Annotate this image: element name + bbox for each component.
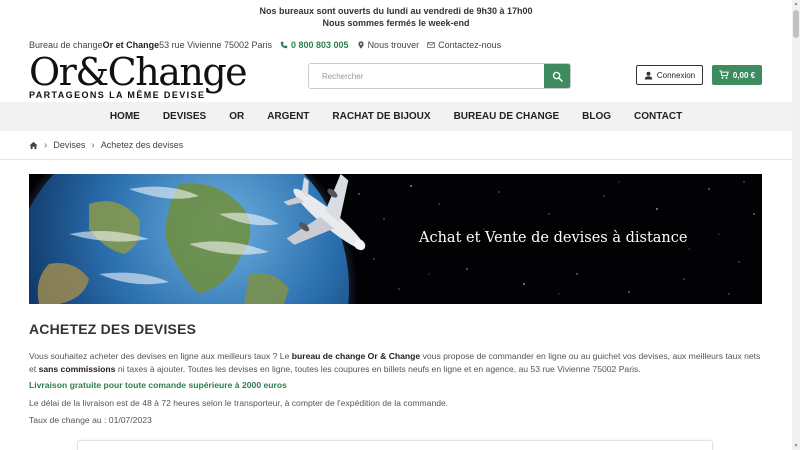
breadcrumb-current: Achetez des devises bbox=[100, 140, 184, 150]
breadcrumb: › Devises › Achetez des devises bbox=[29, 138, 183, 152]
brand-name: Or et Change bbox=[102, 40, 160, 50]
chevron-right-icon: › bbox=[44, 139, 48, 151]
contact-label: Contactez-nous bbox=[438, 40, 502, 50]
nav-item-devises[interactable]: DEVISES bbox=[151, 111, 217, 122]
intro-paragraph: Vous souhaitez acheter des devises en li… bbox=[29, 350, 769, 375]
logo-wordmark: Or&Change bbox=[29, 50, 248, 94]
contact-link[interactable]: Contactez-nous bbox=[427, 40, 501, 50]
intro-text-e: ni taxes à ajouter. Toutes les devises e… bbox=[115, 363, 641, 374]
hero-banner: Achat et Vente de devises à distance bbox=[29, 174, 762, 304]
site-logo[interactable]: Or&Change PARTAGEONS LA MÊME DEVISE bbox=[29, 50, 248, 101]
map-pin-icon bbox=[358, 41, 364, 49]
phone-icon bbox=[280, 41, 288, 49]
opening-hours-text: Nos bureaux sont ouverts du lundi au ven… bbox=[259, 6, 533, 16]
phone-link[interactable]: 0 800 803 005 bbox=[280, 40, 349, 50]
scroll-thumb[interactable] bbox=[793, 10, 799, 38]
nav-item-home[interactable]: HOME bbox=[98, 111, 151, 122]
scroll-down-icon[interactable]: ▼ bbox=[793, 443, 799, 449]
search-input[interactable] bbox=[309, 64, 544, 88]
find-us-label: Nous trouver bbox=[367, 40, 420, 50]
nav-item-contact[interactable]: CONTACT bbox=[623, 111, 694, 122]
login-button[interactable]: Connexion bbox=[636, 65, 703, 85]
search-bar bbox=[308, 63, 571, 89]
rates-card bbox=[77, 440, 713, 450]
announcement-bar: Nos bureaux sont ouverts du lundi au ven… bbox=[0, 0, 792, 33]
delivery-delay-text: Le délai de la livraison est de 48 à 72 … bbox=[29, 398, 449, 408]
intro-text-d: sans commissions bbox=[38, 363, 116, 374]
nav-item-rachat-de-bijoux[interactable]: RACHAT DE BIJOUX bbox=[321, 111, 442, 122]
cart-total: 0,00 € bbox=[732, 70, 756, 80]
page-title: ACHETEZ DES DEVISES bbox=[29, 321, 197, 337]
chevron-right-icon: › bbox=[91, 139, 95, 151]
user-icon bbox=[644, 71, 653, 80]
search-button[interactable] bbox=[544, 64, 570, 88]
page-scrollbar[interactable]: ▲ ▼ bbox=[792, 0, 800, 450]
cart-button[interactable]: 0,00 € bbox=[712, 65, 762, 85]
exchange-rate-date: Taux de change au : 01/07/2023 bbox=[29, 415, 152, 425]
phone-number: 0 800 803 005 bbox=[291, 40, 349, 50]
breadcrumb-devises[interactable]: Devises bbox=[53, 140, 85, 150]
find-us-link[interactable]: Nous trouver bbox=[357, 40, 420, 50]
section-divider bbox=[0, 159, 792, 160]
address-text: 53 rue Vivienne 75002 Paris bbox=[159, 40, 272, 50]
login-label: Connexion bbox=[656, 70, 696, 80]
weekend-closed-text: Nous sommes fermés le week-end bbox=[322, 18, 470, 28]
intro-text-b: bureau de change Or & Change bbox=[291, 351, 421, 361]
main-nav: HOME DEVISES OR ARGENT RACHAT DE BIJOUX … bbox=[0, 102, 792, 131]
cart-icon bbox=[719, 70, 729, 79]
intro-text-a: Vous souhaitez acheter des devises en li… bbox=[29, 351, 292, 361]
search-icon bbox=[552, 71, 563, 82]
nav-item-argent[interactable]: ARGENT bbox=[256, 111, 321, 122]
mail-icon bbox=[427, 42, 435, 48]
nav-item-blog[interactable]: BLOG bbox=[571, 111, 623, 122]
address-prefix: Bureau de change bbox=[29, 40, 103, 50]
nav-item-bureau-de-change[interactable]: BUREAU DE CHANGE bbox=[442, 111, 571, 122]
free-delivery-notice: Livraison gratuite pour toute comande su… bbox=[29, 380, 287, 390]
banner-headline: Achat et Vente de devises à distance bbox=[419, 230, 688, 246]
home-icon[interactable] bbox=[29, 141, 38, 150]
scroll-up-icon[interactable]: ▲ bbox=[793, 1, 799, 7]
nav-item-or[interactable]: OR bbox=[218, 111, 256, 122]
